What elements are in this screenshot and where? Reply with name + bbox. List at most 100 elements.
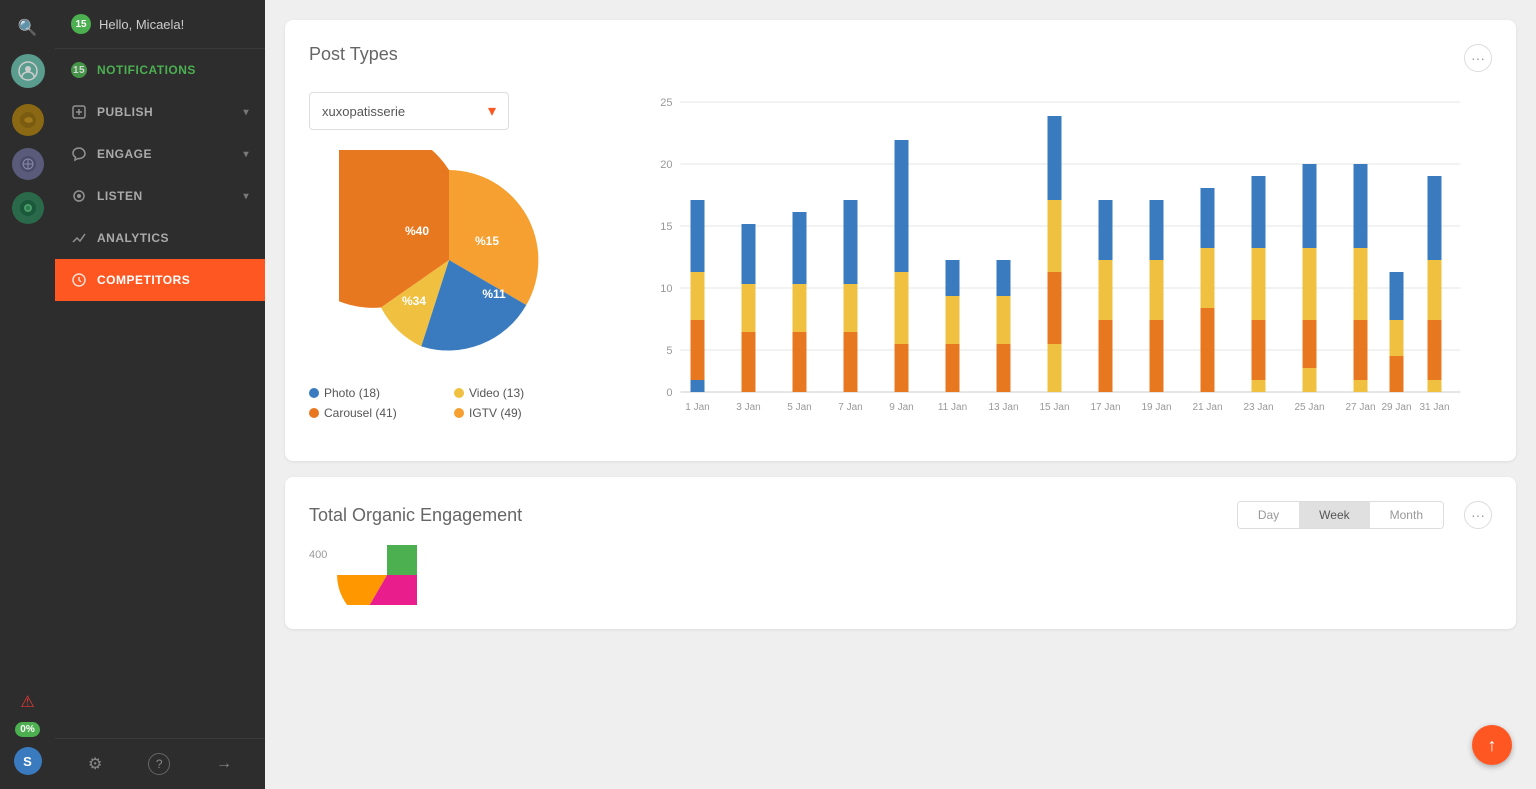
y-label-15: 15: [660, 221, 672, 233]
more-options-button[interactable]: ···: [1464, 44, 1492, 72]
sidebar-item-analytics[interactable]: ANALYTICS: [55, 217, 265, 259]
bar-group-5jan: 5 Jan: [787, 212, 811, 413]
account-dropdown[interactable]: xuxopatisserie ▾: [309, 92, 509, 130]
avatar-2[interactable]: [10, 102, 46, 138]
bar-group-7jan: 7 Jan: [838, 200, 862, 413]
avatar-3[interactable]: [10, 146, 46, 182]
organic-pie-partial: [337, 545, 417, 605]
carousel-legend-label: Carousel (41): [324, 406, 397, 420]
x-label-19jan: 19 Jan: [1141, 402, 1171, 413]
y-label-25: 25: [660, 97, 672, 109]
toggle-week[interactable]: Week: [1299, 502, 1369, 528]
x-label-23jan: 23 Jan: [1243, 402, 1273, 413]
percent-badge[interactable]: 0%: [15, 722, 39, 737]
s-badge[interactable]: S: [14, 747, 42, 775]
post-types-card: Post Types ··· xuxopatisserie ▾: [285, 20, 1516, 461]
greeting-text: Hello, Micaela!: [99, 17, 184, 32]
avatar-1[interactable]: [11, 54, 45, 88]
toggle-day[interactable]: Day: [1238, 502, 1299, 528]
sidebar-item-listen[interactable]: LISTEN ▾: [55, 175, 265, 217]
listen-chevron: ▾: [243, 191, 249, 202]
circle-icon: [19, 199, 37, 217]
y-label-0: 0: [666, 387, 672, 399]
bar-chart-svg: 25 20 15 10 5 0: [609, 92, 1492, 432]
sidebar: 15 Hello, Micaela! 15 NOTIFICATIONS PUBL…: [55, 0, 265, 789]
logout-icon[interactable]: →: [216, 755, 232, 773]
bar-group-9jan: 9 Jan: [889, 140, 913, 413]
engage-icon: [71, 146, 87, 162]
x-label-13jan: 13 Jan: [988, 402, 1018, 413]
legend-video: Video (13): [454, 386, 589, 400]
sidebar-item-publish[interactable]: PUBLISH ▾: [55, 91, 265, 133]
listen-icon: [71, 188, 87, 204]
search-icon[interactable]: 🔍: [10, 10, 46, 46]
brand-icon: [18, 61, 38, 81]
igtv-legend-label: IGTV (49): [469, 406, 522, 420]
y-label-5: 5: [666, 345, 672, 357]
sidebar-bottom: ⚙ ? →: [55, 738, 265, 789]
publish-icon: [71, 104, 87, 120]
x-label-17jan: 17 Jan: [1090, 402, 1120, 413]
x-label-3jan: 3 Jan: [736, 402, 760, 413]
bar-group-15jan: 15 Jan: [1039, 116, 1069, 413]
x-label-21jan: 21 Jan: [1192, 402, 1222, 413]
x-label-11jan: 11 Jan: [938, 402, 967, 413]
analytics-icon: [71, 230, 87, 246]
notifications-label: NOTIFICATIONS: [97, 63, 196, 77]
organic-more-button[interactable]: ···: [1464, 501, 1492, 529]
y-label-20: 20: [660, 159, 672, 171]
sidebar-item-competitors[interactable]: COMPETITORS: [55, 259, 265, 301]
photo-dot: [309, 388, 319, 398]
bar-group-13jan: 13 Jan: [988, 260, 1018, 413]
bar-group-11jan: 11 Jan: [938, 260, 967, 413]
bar-chart-section: 25 20 15 10 5 0: [609, 92, 1492, 437]
pie-section: xuxopatisserie ▾: [309, 92, 589, 420]
y-label-400: 400: [309, 545, 327, 561]
notification-count-badge: 15: [71, 14, 91, 34]
analytics-label: ANALYTICS: [97, 231, 169, 245]
organic-pie-svg: [337, 545, 417, 605]
sidebar-header: 15 Hello, Micaela!: [55, 0, 265, 49]
video-dot: [454, 388, 464, 398]
scroll-top-button[interactable]: ↑: [1472, 725, 1512, 765]
bar-group-21jan: 21 Jan: [1192, 188, 1222, 413]
globe-icon: [19, 155, 37, 173]
avatar-4[interactable]: [10, 190, 46, 226]
help-icon[interactable]: ?: [148, 753, 170, 775]
carousel-pct-label: %34: [402, 294, 426, 308]
video-pct-label: %11: [482, 287, 506, 301]
legend-photo: Photo (18): [309, 386, 444, 400]
carousel-dot: [309, 408, 319, 418]
post-types-header: Post Types ···: [309, 44, 1492, 72]
pie-chart: %15 %11 %34 %40: [339, 150, 559, 370]
sidebar-item-engage[interactable]: ENGAGE ▾: [55, 133, 265, 175]
total-organic-card: Total Organic Engagement Day Week Month …: [285, 477, 1516, 629]
sidebar-item-notifications[interactable]: 15 NOTIFICATIONS: [55, 49, 265, 91]
pie-svg: %15 %11 %34 %40: [339, 150, 559, 370]
time-toggle-group: Day Week Month: [1237, 501, 1444, 529]
icon-strip: 🔍 ⚠ 0% S: [0, 0, 55, 789]
y-label-10: 10: [660, 283, 672, 295]
x-label-27jan: 27 Jan: [1345, 402, 1375, 413]
listen-label: LISTEN: [97, 189, 143, 203]
engage-label: ENGAGE: [97, 147, 152, 161]
dropdown-chevron-icon: ▾: [488, 101, 496, 121]
x-label-29jan: 29 Jan: [1381, 402, 1411, 413]
igtv-dot: [454, 408, 464, 418]
x-label-5jan: 5 Jan: [787, 402, 811, 413]
x-label-1jan: 1 Jan: [685, 402, 709, 413]
organic-chart-area: 400: [309, 545, 1492, 605]
post-types-title: Post Types: [309, 44, 398, 65]
warning-icon[interactable]: ⚠: [20, 692, 34, 712]
leaf-icon: [19, 111, 37, 129]
chart-row: xuxopatisserie ▾: [309, 92, 1492, 437]
pie-legend: Photo (18) Video (13) Carousel (41) IGTV…: [309, 386, 589, 420]
bar-group-31jan: 31 Jan: [1419, 176, 1449, 413]
bar-group-1jan: 1 Jan: [685, 200, 709, 413]
igtv-pct-label: %40: [405, 224, 429, 238]
toggle-month[interactable]: Month: [1370, 502, 1443, 528]
settings-icon[interactable]: ⚙: [88, 754, 102, 774]
main-content: Post Types ··· xuxopatisserie ▾: [265, 0, 1536, 789]
strip-bottom: ⚠ 0% S: [14, 692, 42, 789]
photo-pct-label: %15: [475, 234, 499, 248]
